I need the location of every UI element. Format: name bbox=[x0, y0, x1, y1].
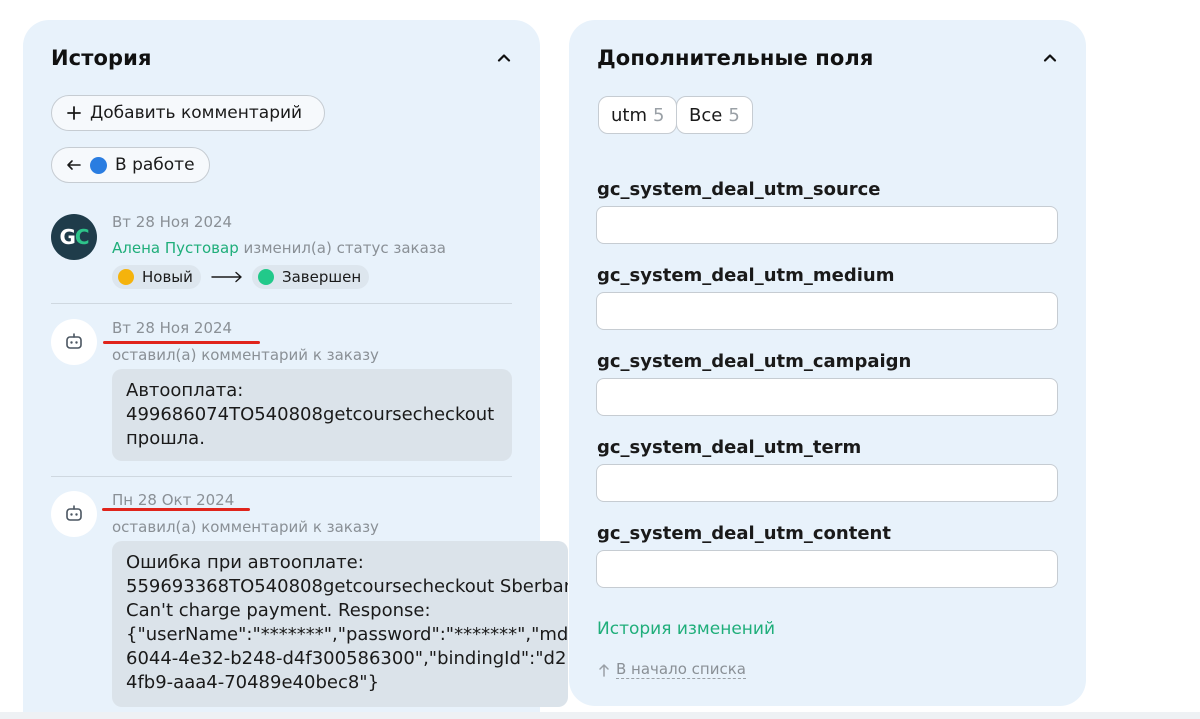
robot-icon bbox=[66, 333, 82, 349]
status-in-progress-button[interactable]: В работе bbox=[51, 147, 210, 183]
tab-all[interactable]: Все 5 bbox=[676, 96, 753, 134]
arrow-up-icon bbox=[599, 663, 609, 677]
utm-content-input[interactable] bbox=[596, 550, 1058, 588]
status-dot-new bbox=[118, 269, 134, 285]
entry-3-comment-bubble: Ошибка при автооплате: 559693368TO540808… bbox=[112, 541, 568, 707]
utm-source-input[interactable] bbox=[596, 206, 1058, 244]
status-button-label: В работе bbox=[115, 155, 195, 175]
utm-term-input[interactable] bbox=[596, 464, 1058, 502]
extra-fields-title: Дополнительные поля bbox=[597, 46, 874, 70]
entry-3-action: оставил(а) комментарий к заказу bbox=[112, 518, 379, 536]
status-dot-in-progress bbox=[90, 156, 107, 174]
utm-content-label: gc_system_deal_utm_content bbox=[597, 523, 891, 544]
collapse-history-chevron-up-icon[interactable] bbox=[496, 50, 512, 66]
add-comment-label: Добавить комментарий bbox=[90, 103, 303, 123]
bot-avatar bbox=[51, 319, 97, 365]
date-highlight-underline bbox=[102, 508, 250, 511]
tab-utm[interactable]: utm 5 bbox=[598, 96, 678, 134]
entry-1-author-link[interactable]: Алена Пустовар bbox=[112, 239, 239, 257]
page-bottom-strip bbox=[0, 712, 1200, 719]
entry-3-date: Пн 28 Окт 2024 bbox=[112, 491, 235, 509]
entry-2-comment-bubble: Автооплата: 499686074TO540808getcoursech… bbox=[112, 369, 512, 461]
tab-all-count: 5 bbox=[728, 104, 740, 126]
entry-2-action: оставил(а) комментарий к заказу bbox=[112, 346, 379, 364]
tab-utm-count: 5 bbox=[653, 104, 665, 126]
back-to-top-link[interactable]: В начало списка bbox=[598, 660, 746, 679]
status-chip-new: Новый bbox=[112, 265, 201, 289]
plus-icon bbox=[66, 105, 82, 121]
tab-utm-label: utm bbox=[611, 104, 647, 126]
utm-campaign-label: gc_system_deal_utm_campaign bbox=[597, 351, 912, 372]
utm-campaign-input[interactable] bbox=[596, 378, 1058, 416]
entry-1-meta: Алена Пустовар изменил(а) статус заказа bbox=[112, 239, 446, 257]
utm-source-label: gc_system_deal_utm_source bbox=[597, 179, 881, 200]
tab-all-label: Все bbox=[689, 104, 723, 126]
utm-medium-input[interactable] bbox=[596, 292, 1058, 330]
change-history-link[interactable]: История изменений bbox=[597, 619, 775, 639]
entry-1-action: изменил(а) статус заказа bbox=[243, 239, 446, 257]
collapse-extra-fields-chevron-up-icon[interactable] bbox=[1042, 50, 1058, 66]
status-done-label: Завершен bbox=[282, 268, 362, 286]
bot-avatar bbox=[51, 491, 97, 537]
history-divider bbox=[51, 476, 512, 477]
utm-term-label: gc_system_deal_utm_term bbox=[597, 437, 862, 458]
add-comment-button[interactable]: Добавить комментарий bbox=[51, 95, 325, 131]
date-highlight-underline bbox=[103, 341, 260, 344]
long-arrow-right-icon bbox=[211, 271, 242, 283]
arrow-left-icon bbox=[66, 158, 82, 172]
getcourse-avatar: GC bbox=[51, 214, 97, 260]
entry-1-date: Вт 28 Ноя 2024 bbox=[112, 213, 233, 231]
status-chip-done: Завершен bbox=[252, 265, 370, 289]
back-to-top-label: В начало списка bbox=[616, 660, 746, 679]
robot-icon bbox=[66, 505, 82, 521]
entry-2-date: Вт 28 Ноя 2024 bbox=[112, 319, 233, 337]
history-title: История bbox=[51, 46, 152, 70]
status-new-label: Новый bbox=[142, 268, 193, 286]
history-divider bbox=[51, 303, 512, 304]
status-dot-done bbox=[258, 269, 274, 285]
utm-medium-label: gc_system_deal_utm_medium bbox=[597, 265, 895, 286]
